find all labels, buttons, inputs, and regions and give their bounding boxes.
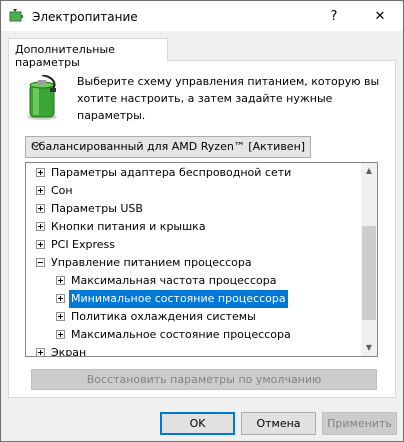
expand-icon[interactable] [56,312,65,321]
expand-icon[interactable] [36,222,45,231]
tree-item-label: PCI Express [51,238,116,251]
tab-label: Дополнительные параметры [15,43,115,69]
close-button[interactable]: ✕ [357,1,403,31]
settings-tree[interactable]: Параметры адаптера беспроводной сети Сон… [25,162,378,357]
description-text: Выберите схему управления питанием, кото… [77,75,380,122]
title-bar: Электропитание ? ✕ [1,1,403,31]
expand-icon[interactable] [56,276,65,285]
power-plan-select[interactable]: Сбалансированный для AMD Ryzen™ [Активен… [25,136,311,158]
tree-scrollbar[interactable]: ▲ ▼ [361,163,377,356]
tree-item-label: Параметры адаптера беспроводной сети [51,166,292,179]
expand-icon[interactable] [36,204,45,213]
expand-icon[interactable] [36,240,45,249]
expand-icon[interactable] [56,294,65,303]
collapse-icon[interactable] [36,258,45,267]
scroll-down-icon[interactable]: ▼ [361,340,377,356]
tree-item-label: Политика охлаждения системы [71,310,256,323]
apply-button[interactable]: Применить [322,412,397,435]
power-options-dialog: Электропитание ? ✕ Дополнительные параме… [0,0,404,442]
ok-button[interactable]: OK [160,412,235,435]
tree-item-label: Параметры USB [51,202,143,215]
restore-defaults-button[interactable]: Восстановить параметры по умолчанию [31,369,377,390]
window-title: Электропитание [32,10,138,24]
tree-item-label: Экран [51,346,87,357]
chevron-down-icon [31,140,305,153]
expand-icon[interactable] [36,186,45,195]
scroll-up-icon[interactable]: ▲ [361,163,377,179]
scrollbar-thumb[interactable] [362,226,376,320]
tree-item-label: Кнопки питания и крышка [51,220,206,233]
tree-item-label: Максимальная частота процессора [71,274,277,287]
battery-icon [27,75,57,120]
power-options-icon [9,9,23,22]
expand-icon[interactable] [36,348,45,356]
tree-item-label: Минимальное состояние процессора [69,290,288,308]
cancel-button[interactable]: Отмена [241,412,316,435]
expand-icon[interactable] [36,168,45,177]
expand-icon[interactable] [56,330,65,339]
tree-item-label: Сон [51,184,73,197]
tab-advanced-settings[interactable]: Дополнительные параметры [8,38,168,69]
tree-item-label: Управление питанием процессора [51,256,252,269]
tree-item-label: Максимальное состояние процессора [71,328,291,341]
help-button[interactable]: ? [311,1,357,31]
